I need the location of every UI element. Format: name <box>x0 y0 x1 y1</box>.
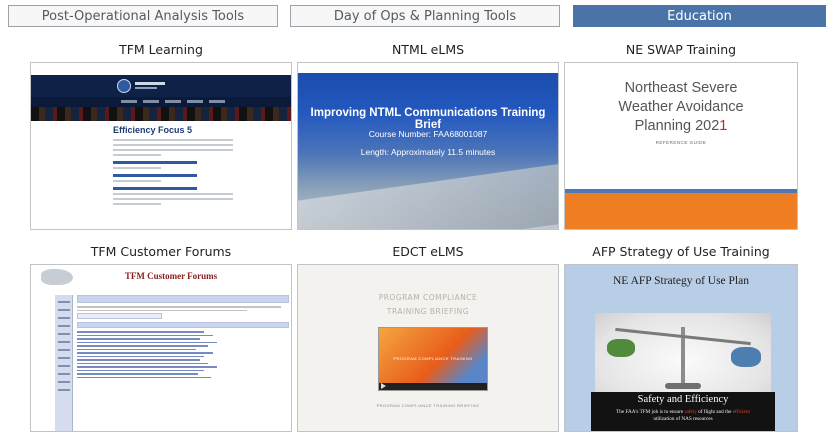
preview-heading: PROGRAM COMPLIANCE TRAINING BRIEFING <box>378 293 478 316</box>
preview-caption: PROGRAM COMPLIANCE TRAINING BRIEFING <box>376 403 480 408</box>
banner-image <box>31 107 291 121</box>
card-title-tfm-learning: TFM Learning <box>119 42 203 57</box>
tab-education[interactable]: Education <box>573 5 826 27</box>
band-title: Safety and Efficiency <box>637 394 729 405</box>
site-nav <box>31 97 291 107</box>
cover-band <box>565 193 797 229</box>
video-label: PROGRAM COMPLIANCE TRAINING <box>393 356 473 361</box>
us-map-icon <box>41 269 73 285</box>
preview-heading: Northeast Severe Weather Avoidance Plann… <box>618 80 744 134</box>
thumbnail-ntml-elms[interactable]: Improving NTML Communications Training B… <box>297 62 559 230</box>
card-title-edct-elms: EDCT eLMS <box>392 244 464 259</box>
tab-post-operational-analysis-tools[interactable]: Post-Operational Analysis Tools <box>8 5 278 27</box>
thumbnail-tfm-customer-forums[interactable]: TFM Customer Forums <box>30 264 292 432</box>
balance-scale-image <box>595 313 771 393</box>
preview-heading: Efficiency Focus 5 <box>113 125 193 135</box>
faa-seal-icon <box>117 79 131 93</box>
tab-day-of-ops-planning-tools[interactable]: Day of Ops & Planning Tools <box>290 5 560 27</box>
site-header <box>31 75 291 97</box>
preview-length: Length: Approximately 11.5 minutes <box>360 147 496 157</box>
preview-course-number: Course Number: FAA68001087 <box>368 129 488 139</box>
card-title-ntml-elms: NTML eLMS <box>391 42 465 57</box>
band-text: The FAA's TFM job is to ensure safety of… <box>616 409 750 422</box>
card-title-afp-strategy: AFP Strategy of Use Training <box>592 244 770 259</box>
preview-body-text <box>113 139 233 208</box>
preview-header: TFM Customer Forums <box>124 271 218 281</box>
card-title-tfm-customer-forums: TFM Customer Forums <box>90 244 232 259</box>
play-icon[interactable] <box>381 383 386 389</box>
thumbnail-afp-strategy[interactable]: NE AFP Strategy of Use Plan Safety and E… <box>564 264 798 432</box>
tab-bar: Post-Operational Analysis Tools Day of O… <box>8 5 826 27</box>
video-player[interactable]: PROGRAM COMPLIANCE TRAINING <box>378 327 488 391</box>
thumbnail-edct-elms[interactable]: PROGRAM COMPLIANCE TRAINING BRIEFING PRO… <box>297 264 559 432</box>
preview-heading: NE AFP Strategy of Use Plan <box>613 275 749 287</box>
aircraft-wing-image <box>298 158 558 229</box>
card-title-ne-swap-training: NE SWAP Training <box>625 42 737 57</box>
thumbnail-ne-swap-training[interactable]: Northeast Severe Weather Avoidance Plann… <box>564 62 798 230</box>
preview-heading: Improving NTML Communications Training B… <box>310 107 546 131</box>
preview-subtitle: REFERENCE GUIDE <box>655 140 707 145</box>
safety-efficiency-band: Safety and Efficiency The FAA's TFM job … <box>591 392 775 431</box>
preview-sidebar <box>55 295 73 431</box>
preview-body <box>77 295 289 431</box>
video-controls[interactable] <box>379 383 487 390</box>
thumbnail-tfm-learning[interactable]: Efficiency Focus 5 <box>30 62 292 230</box>
